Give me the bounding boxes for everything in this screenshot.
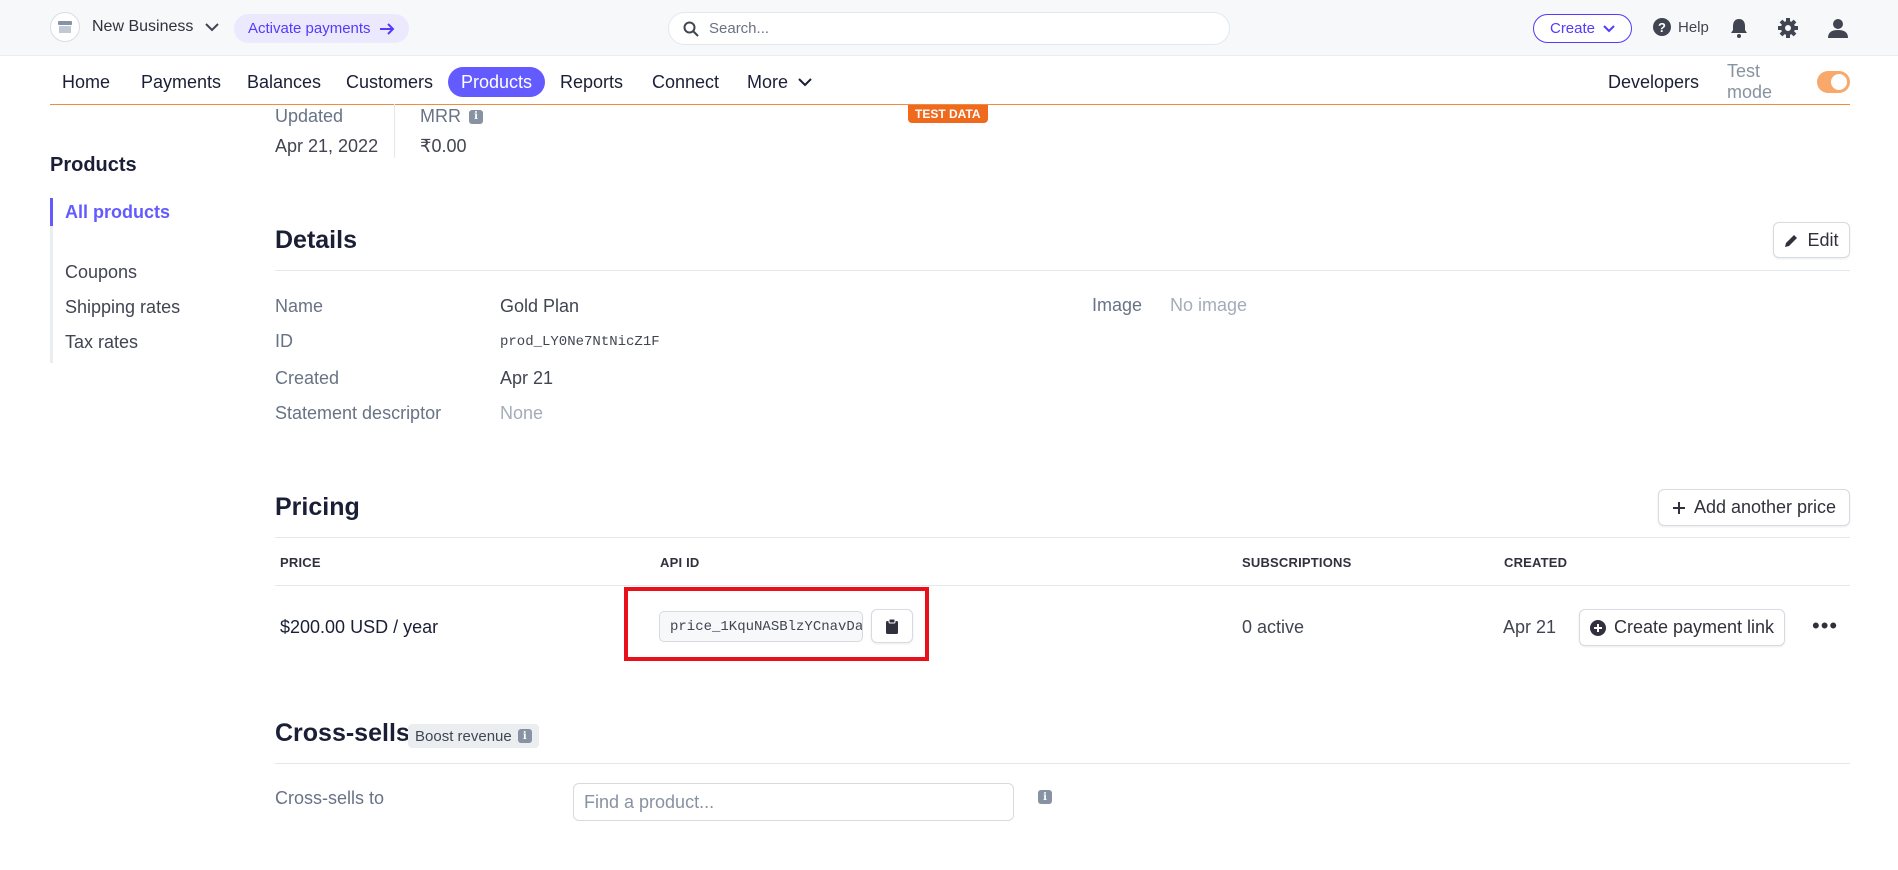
details-heading: Details [275, 226, 357, 254]
nav-payments[interactable]: Payments [141, 67, 221, 97]
activate-payments-label: Activate payments [248, 20, 371, 37]
plus-icon [1672, 501, 1685, 514]
search-placeholder: Search... [709, 20, 770, 37]
sidebar-item-shipping-rates[interactable]: Shipping rates [65, 297, 180, 318]
nav-reports[interactable]: Reports [560, 67, 623, 97]
nav-developers[interactable]: Developers [1608, 67, 1699, 97]
chevron-down-icon [798, 77, 812, 86]
price-value: $200.00 USD / year [280, 617, 439, 637]
column-header-created: CREATED [1504, 555, 1568, 570]
image-value: No image [1170, 295, 1248, 315]
help-label: Help [1678, 18, 1709, 36]
create-payment-link-label: Create payment link [1613, 617, 1775, 637]
svg-text:?: ? [1658, 20, 1666, 35]
column-header-subscriptions: SUBSCRIPTIONS [1242, 555, 1352, 570]
info-icon[interactable]: i [1038, 790, 1052, 804]
create-label: Create [1549, 20, 1596, 37]
table-header-divider [275, 585, 1850, 586]
edit-label: Edit [1807, 229, 1839, 250]
test-mode-toggle[interactable] [1817, 71, 1850, 93]
help-icon: ? [1653, 18, 1671, 36]
nav-more-label: More [747, 71, 789, 92]
more-actions-icon[interactable]: ••• [1812, 613, 1838, 639]
settings-gear-icon[interactable] [1776, 16, 1800, 40]
subscriptions-value: 0 active [1242, 617, 1305, 637]
mrr-label: MRR [420, 106, 461, 126]
nav-more[interactable]: More [747, 67, 812, 97]
image-label: Image [1092, 295, 1143, 315]
mrr-label-group: MRR i [420, 106, 483, 127]
created-value: Apr 21 [500, 368, 554, 388]
cross-sells-to-label: Cross-sells to [275, 788, 385, 808]
chevron-down-icon [1603, 24, 1615, 32]
column-header-price: PRICE [280, 555, 321, 570]
pencil-icon [1785, 234, 1798, 247]
details-divider [275, 270, 1850, 271]
add-another-price-label: Add another price [1693, 497, 1837, 517]
boost-revenue-label: Boost revenue [415, 727, 512, 745]
updated-label: Updated [275, 106, 344, 126]
price-created-value: Apr 21 [1503, 617, 1557, 637]
id-label: ID [275, 331, 293, 351]
cross-sells-heading: Cross-sells [275, 719, 410, 747]
updated-value: Apr 21, 2022 [275, 136, 379, 156]
sidebar-item-all-products[interactable]: All products [65, 202, 170, 223]
arrow-right-icon [379, 22, 394, 35]
statement-descriptor-value: None [500, 403, 544, 423]
main-nav: Home Payments Balances Customers Product… [50, 57, 1850, 105]
account-name: New Business [92, 18, 194, 35]
edit-button[interactable]: Edit [1773, 222, 1850, 258]
product-id-value: prod_LY0Ne7NtNicZ1F [500, 334, 660, 350]
pricing-heading: Pricing [275, 493, 360, 521]
search-input[interactable]: Search... [668, 12, 1230, 45]
help-button[interactable]: ? Help [1652, 17, 1709, 37]
name-label: Name [275, 296, 324, 316]
account-switcher[interactable]: New Business [50, 12, 220, 42]
summary-divider [394, 104, 395, 158]
sidebar-active-indicator [50, 198, 53, 226]
info-icon[interactable]: i [469, 109, 483, 124]
info-icon[interactable]: i [517, 729, 532, 743]
user-profile-icon[interactable] [1826, 16, 1850, 40]
sidebar-title: Products [50, 154, 137, 176]
nav-products[interactable]: Products [448, 67, 546, 97]
search-icon [683, 21, 699, 37]
sidebar-item-coupons[interactable]: Coupons [65, 262, 137, 283]
store-icon [50, 12, 80, 42]
highlight-box [624, 587, 929, 661]
create-button[interactable]: Create [1533, 14, 1632, 43]
activate-payments-button[interactable]: Activate payments [234, 14, 409, 43]
create-payment-link-button[interactable]: Create payment link [1579, 609, 1785, 646]
top-bar: New Business Activate payments Search...… [0, 0, 1898, 56]
test-mode-label: Test mode [1727, 61, 1773, 102]
chevron-down-icon [205, 23, 220, 32]
column-header-api-id: API ID [660, 555, 700, 570]
mrr-value: ₹0.00 [420, 136, 467, 156]
boost-revenue-badge: Boost revenue i [408, 724, 539, 748]
nav-customers[interactable]: Customers [346, 67, 433, 97]
test-data-badge: TEST DATA [908, 105, 988, 123]
cross-sells-divider [275, 763, 1850, 764]
add-another-price-button[interactable]: Add another price [1658, 489, 1850, 526]
name-value: Gold Plan [500, 296, 580, 316]
nav-balances[interactable]: Balances [247, 67, 321, 97]
find-product-input[interactable] [573, 783, 1014, 821]
pricing-divider [275, 537, 1850, 538]
statement-descriptor-label: Statement descriptor [275, 403, 442, 423]
notifications-bell-icon[interactable] [1727, 16, 1751, 40]
plus-circle-icon [1589, 619, 1606, 636]
test-mode-switch[interactable]: Test mode [1727, 61, 1850, 102]
nav-home[interactable]: Home [62, 67, 110, 97]
created-label: Created [275, 368, 340, 388]
sidebar-item-tax-rates[interactable]: Tax rates [65, 332, 138, 353]
nav-connect[interactable]: Connect [652, 67, 719, 97]
